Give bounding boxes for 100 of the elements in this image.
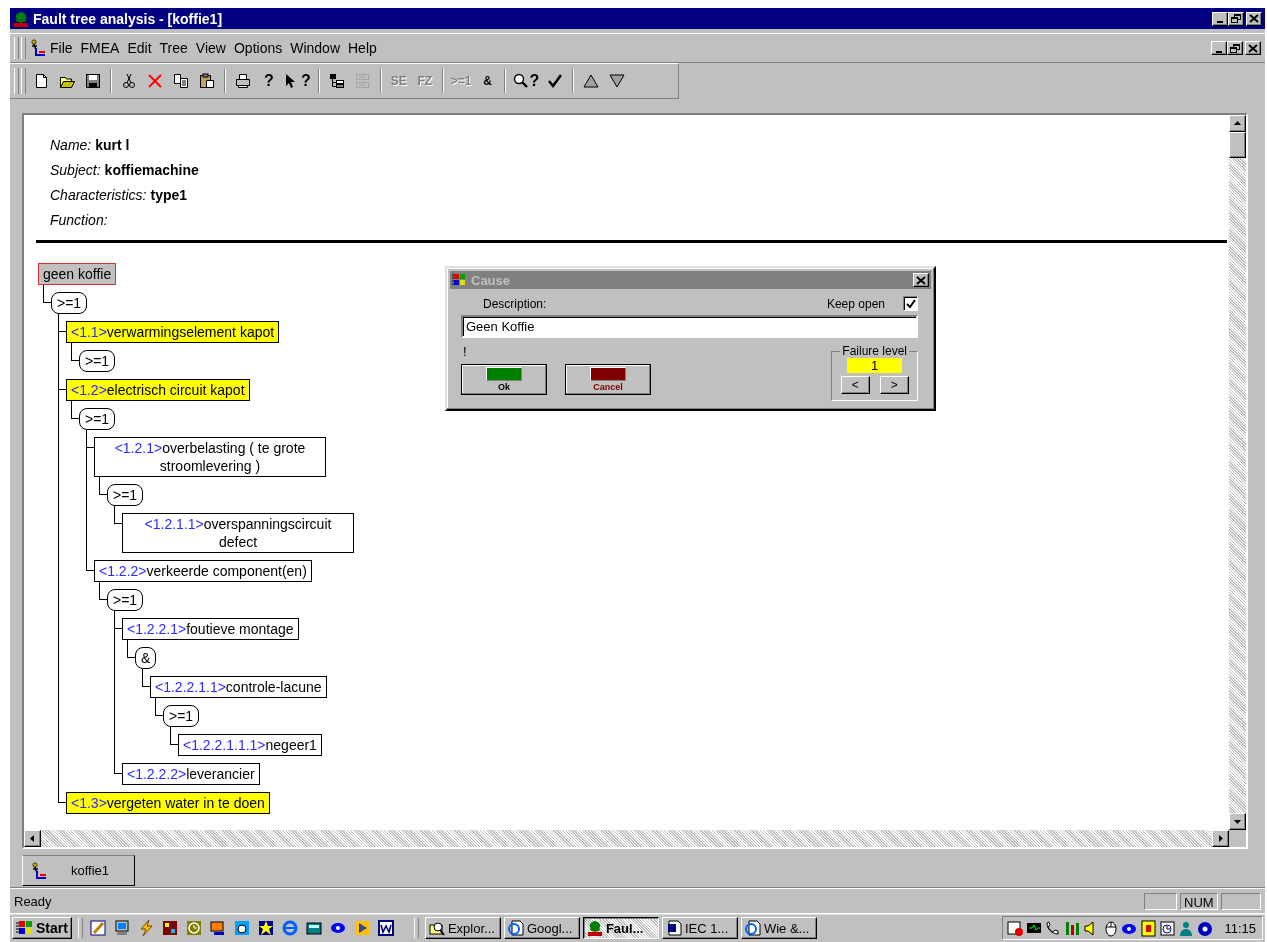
gate-symbol[interactable]: >=1 <box>107 589 144 611</box>
clipboard-icon <box>199 73 215 89</box>
event-box[interactable]: geen koffie <box>38 263 117 285</box>
tree-icon <box>13 10 29 27</box>
camera-icon[interactable] <box>232 919 251 937</box>
disc-icon[interactable] <box>1197 919 1215 937</box>
restore-button[interactable] <box>1228 11 1244 26</box>
menu-item[interactable]: View <box>191 38 230 58</box>
event-box[interactable]: <1.2.2.1.1.1>negeer1 <box>178 734 322 756</box>
vertical-scrollbar[interactable] <box>1229 115 1246 830</box>
gate-symbol[interactable]: >=1 <box>163 705 200 727</box>
taskbar-button[interactable]: Faul... <box>582 917 659 939</box>
gate-symbol[interactable]: >=1 <box>79 408 116 430</box>
scroll-left-button[interactable] <box>24 830 41 847</box>
description-field[interactable]: Geen Koffie <box>461 315 918 338</box>
magnifier-icon <box>428 920 445 936</box>
gate-symbol[interactable]: >=1 <box>51 292 88 314</box>
menu-item[interactable]: FMEA <box>76 38 124 58</box>
web-page-icon <box>507 920 524 936</box>
taskbar-button[interactable]: IEC 1... <box>661 917 738 939</box>
horizontal-scrollbar[interactable] <box>24 830 1229 847</box>
checkmark-icon <box>547 73 564 89</box>
document-icon[interactable] <box>376 919 395 937</box>
restore-button[interactable] <box>1227 41 1243 55</box>
gate-symbol[interactable]: & <box>135 647 157 669</box>
triangle-down-icon <box>609 73 626 89</box>
clock-icon[interactable] <box>1159 919 1177 937</box>
find-button[interactable]: ? <box>510 68 543 94</box>
taskbar-button[interactable]: Wie &... <box>740 917 817 939</box>
field-label: Subject: <box>50 162 101 178</box>
start-button[interactable]: Start <box>12 917 72 939</box>
field-label: Name: <box>50 137 92 153</box>
scroll-thumb[interactable] <box>1229 132 1246 158</box>
event-box[interactable]: <1.2>electrisch circuit kapot <box>66 379 250 401</box>
menu-item[interactable]: Window <box>286 38 344 58</box>
gate-symbol[interactable]: >=1 <box>107 484 144 506</box>
minimize-icon <box>1217 21 1223 23</box>
menu-item[interactable]: File <box>46 38 77 58</box>
menu-item[interactable]: Options <box>229 38 287 58</box>
minimize-button[interactable] <box>1211 41 1227 55</box>
triangle-up-icon <box>583 73 600 89</box>
event-box[interactable]: <1.2.1.1>overspanningscircuit defect <box>122 513 354 553</box>
field-value: type1 <box>150 187 188 203</box>
document-icon <box>665 920 682 936</box>
play-icon[interactable] <box>352 919 371 937</box>
ok-button[interactable]: Ok <box>461 364 547 395</box>
level-display: 1 <box>847 358 903 373</box>
document-tab[interactable]: koffie1 <box>22 855 135 886</box>
star-icon[interactable] <box>256 919 275 937</box>
help-button[interactable]: ? <box>256 68 282 94</box>
gate-symbol[interactable]: >=1 <box>79 350 116 372</box>
printer-icon <box>235 73 251 89</box>
scissors-icon <box>121 73 137 89</box>
page-icon <box>33 73 49 89</box>
scroll-right-button[interactable] <box>1212 830 1229 847</box>
restore-icon <box>1230 13 1242 24</box>
toolbar-button[interactable]: & <box>474 68 501 94</box>
scroll-up-button[interactable] <box>1229 115 1246 132</box>
menu-item[interactable]: Tree <box>155 38 192 58</box>
taskbar-button[interactable]: Googl... <box>503 917 580 939</box>
field-label: Description: <box>483 296 547 311</box>
globe-icon[interactable] <box>280 919 299 937</box>
tree-icon <box>586 920 603 936</box>
event-box[interactable]: <1.1>verwarmingselement kapot <box>66 321 280 343</box>
group-label: Failure level <box>841 344 908 358</box>
close-button[interactable] <box>1246 11 1262 26</box>
menu-item[interactable]: Help <box>344 38 381 58</box>
event-box[interactable]: <1.2.2.1>foutieve montage <box>122 618 299 640</box>
magnifier-icon <box>513 73 530 89</box>
pencil-icon[interactable] <box>88 919 107 937</box>
context-help-button[interactable]: ? <box>282 68 314 94</box>
close-button[interactable] <box>913 273 929 287</box>
event-box[interactable]: <1.2.2>verkeerde component(en) <box>94 560 312 582</box>
note-icon[interactable] <box>1140 919 1158 937</box>
menu-item[interactable]: Edit <box>123 38 156 58</box>
event-box[interactable]: <1.2.1>overbelasting ( te grote stroomlevering ) <box>94 437 326 477</box>
next-button[interactable]: > <box>879 376 909 394</box>
keep-open-checkbox[interactable] <box>903 296 918 311</box>
close-button[interactable] <box>1245 41 1261 55</box>
event-box[interactable]: <1.2.2.1.1>controle-lacune <box>150 676 327 698</box>
taskbar-button[interactable]: Explor... <box>424 917 501 939</box>
equalizer-icon[interactable] <box>1064 919 1082 937</box>
minimize-button[interactable] <box>1212 11 1228 26</box>
windows-logo-icon <box>16 920 34 936</box>
window-title: Fault tree analysis - [koffie1] <box>33 10 223 27</box>
previous-button[interactable]: < <box>840 376 870 394</box>
event-box[interactable]: <1.2.2.2>leverancier <box>122 763 260 785</box>
windows-logo-icon <box>452 273 468 287</box>
monitor-icon[interactable] <box>208 919 227 937</box>
scroll-down-button[interactable] <box>1229 813 1246 830</box>
calendar-icon[interactable] <box>1007 919 1025 937</box>
web-page-icon <box>744 920 761 936</box>
mouse-icon[interactable] <box>1102 919 1120 937</box>
tree-diagram-icon <box>328 73 345 89</box>
cancel-button[interactable]: Cancel <box>565 364 651 395</box>
field-value: kurt l <box>95 137 130 153</box>
event-box[interactable]: <1.3>vergeten water in te doen <box>66 792 270 814</box>
grid-icon[interactable] <box>160 919 179 937</box>
calculator-icon[interactable] <box>304 919 323 937</box>
status-panel <box>1221 892 1261 910</box>
